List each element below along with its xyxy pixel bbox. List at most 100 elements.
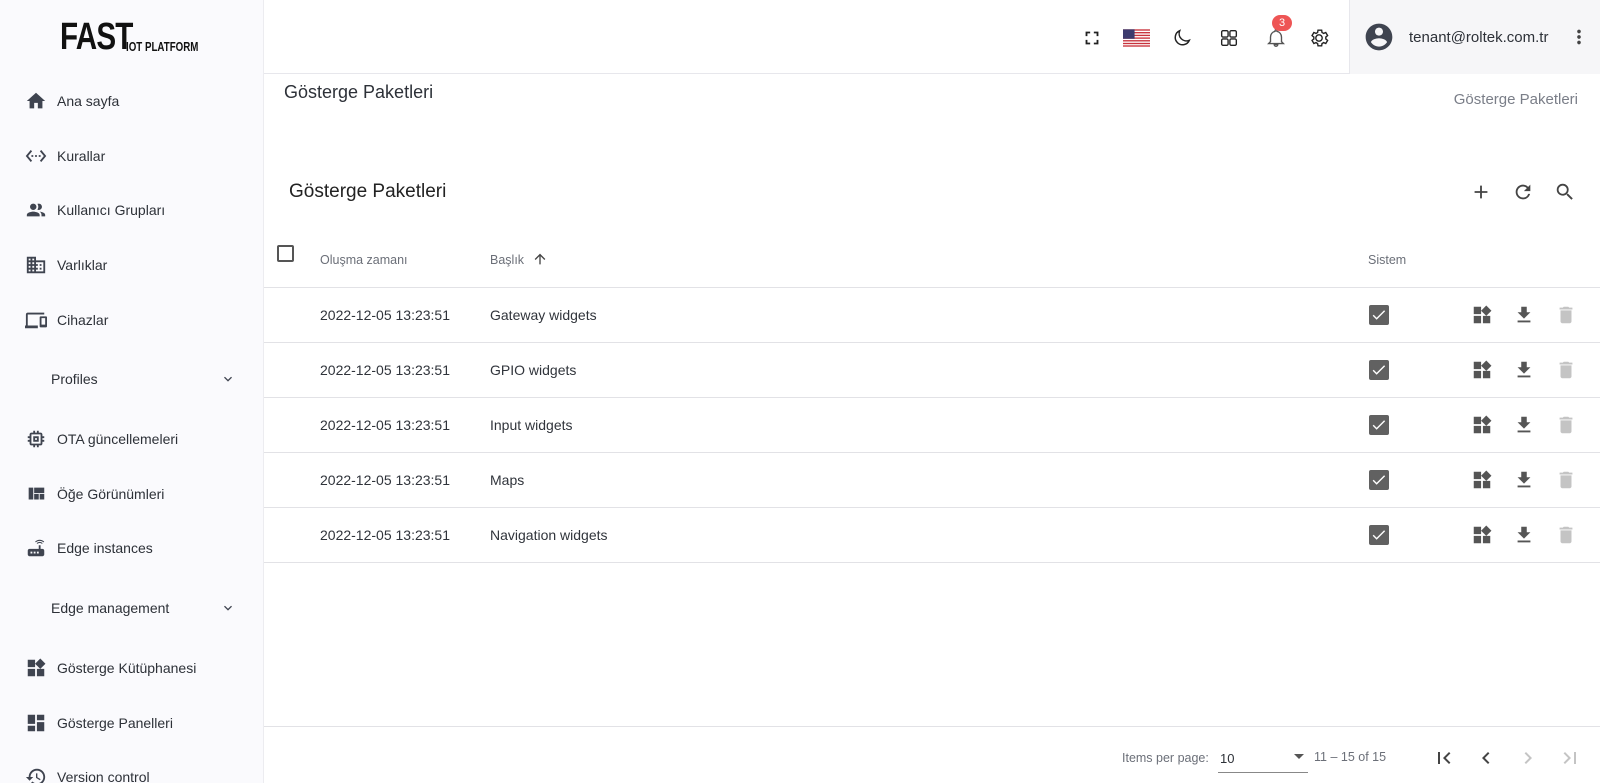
breadcrumb[interactable]: Gösterge Paketleri — [1454, 91, 1578, 108]
sidebar-item-gosterge-panelleri[interactable]: Gösterge Panelleri — [0, 695, 264, 750]
sidebar-group-label: Edge management — [51, 600, 170, 617]
domain-icon — [25, 254, 47, 276]
user-menu[interactable]: tenant@roltek.com.tr — [1349, 0, 1600, 74]
sort-arrow-up-icon — [534, 253, 545, 265]
router-icon — [25, 537, 47, 559]
download-icon[interactable] — [1512, 468, 1536, 492]
gear-icon[interactable] — [1307, 26, 1331, 50]
open-widgets-bundle-icon[interactable] — [1470, 303, 1494, 327]
system-checkbox-checked — [1369, 360, 1389, 380]
page-range: 11 – 15 of 15 — [1314, 750, 1387, 764]
system-checkbox-checked — [1369, 415, 1389, 435]
sidebar-item-gosterge-kutuphanesi[interactable]: Gösterge Kütüphanesi — [0, 641, 264, 696]
select-all-checkbox[interactable] — [277, 245, 294, 262]
cell-title: Input widgets — [490, 417, 573, 433]
logo-subtext: IOT PLATFORM — [126, 40, 199, 54]
home-icon — [25, 90, 47, 112]
sidebar-item-kurallar[interactable]: Kurallar — [0, 129, 264, 184]
page-title: Gösterge Paketleri — [284, 82, 434, 102]
cell-title: Gateway widgets — [490, 307, 597, 323]
card-title: Gösterge Paketleri — [289, 181, 447, 202]
page-size-value: 10 — [1220, 751, 1235, 766]
delete-icon[interactable] — [1554, 358, 1578, 382]
cell-created: 2022-12-05 13:23:51 — [320, 527, 450, 543]
cell-title: Maps — [490, 472, 525, 488]
sidebar-item-ota[interactable]: OTA güncellemeleri — [0, 412, 264, 467]
dashboard-icon — [25, 712, 47, 734]
items-per-page-label: Items per page: — [1122, 751, 1209, 765]
page-size-select[interactable]: 10 — [1218, 745, 1308, 773]
cell-created: 2022-12-05 13:23:51 — [320, 362, 450, 378]
table-row[interactable]: 2022-12-05 13:23:51 Navigation widgets — [264, 508, 1600, 563]
table-header: Oluşma zamanı Başlık Sistem — [264, 232, 1600, 288]
search-icon[interactable] — [1553, 180, 1577, 204]
us-flag-icon[interactable] — [1122, 26, 1150, 50]
add-icon[interactable] — [1469, 180, 1493, 204]
sidebar-item-cihazlar[interactable]: Cihazlar — [0, 292, 264, 347]
next-page-icon[interactable] — [1515, 745, 1541, 771]
paginator: Items per page: 10 11 – 15 of 15 — [264, 726, 1600, 783]
download-icon[interactable] — [1512, 413, 1536, 437]
open-widgets-bundle-icon[interactable] — [1470, 358, 1494, 382]
system-checkbox-checked — [1369, 525, 1389, 545]
sidebar-item-label: Edge instances — [57, 540, 153, 557]
sidebar-nav: Ana sayfa Kurallar Kullanıcı Grupları Va… — [0, 74, 264, 783]
topbar: 3 tenant@roltek.com.tr — [264, 0, 1600, 74]
delete-icon[interactable] — [1554, 413, 1578, 437]
sidebar-group-label: Profiles — [51, 371, 98, 388]
user-group-icon — [25, 199, 47, 221]
sidebar-item-label: Cihazlar — [57, 311, 109, 328]
cell-created: 2022-12-05 13:23:51 — [320, 472, 450, 488]
sidebar-item-label: Öğe Görünümleri — [57, 485, 165, 502]
table-row[interactable]: 2022-12-05 13:23:51 GPIO widgets — [264, 343, 1600, 398]
table-row[interactable]: 2022-12-05 13:23:51 Maps — [264, 453, 1600, 508]
sidebar-item-label: Gösterge Kütüphanesi — [57, 660, 197, 677]
sidebar-item-varliklar[interactable]: Varlıklar — [0, 238, 264, 293]
sidebar-item-kullanici-gruplari[interactable]: Kullanıcı Grupları — [0, 183, 264, 238]
chevron-down-icon — [220, 600, 236, 616]
delete-icon[interactable] — [1554, 468, 1578, 492]
download-icon[interactable] — [1512, 523, 1536, 547]
refresh-icon[interactable] — [1511, 180, 1535, 204]
rule-chain-icon — [25, 145, 47, 167]
fullscreen-icon[interactable] — [1080, 26, 1104, 50]
sidebar-item-label: Kullanıcı Grupları — [57, 202, 166, 219]
delete-icon[interactable] — [1554, 523, 1578, 547]
previous-page-icon[interactable] — [1473, 745, 1499, 771]
column-header-title[interactable]: Başlık — [490, 232, 548, 288]
cell-created: 2022-12-05 13:23:51 — [320, 307, 450, 323]
delete-icon[interactable] — [1554, 303, 1578, 327]
sidebar-item-oge-gorunumleri[interactable]: Öğe Görünümleri — [0, 467, 264, 522]
logo[interactable]: FAST IOT PLATFORM — [60, 18, 219, 56]
sidebar-group-edge-management[interactable]: Edge management — [0, 576, 264, 641]
sidebar-item-label: Ana sayfa — [57, 93, 120, 110]
view-quilt-icon — [25, 483, 47, 505]
first-page-icon[interactable] — [1431, 745, 1457, 771]
column-header-created[interactable]: Oluşma zamanı — [320, 232, 408, 288]
account-circle-icon — [1363, 21, 1395, 53]
column-header-system[interactable]: Sistem — [1368, 232, 1406, 288]
table-row[interactable]: 2022-12-05 13:23:51 Input widgets — [264, 398, 1600, 453]
sidebar: FAST IOT PLATFORM Ana sayfa Kurallar Kul… — [0, 0, 264, 783]
cell-created: 2022-12-05 13:23:51 — [320, 417, 450, 433]
more-vert-icon[interactable] — [1568, 26, 1586, 48]
last-page-icon[interactable] — [1557, 745, 1583, 771]
apps-icon[interactable] — [1217, 26, 1241, 50]
download-icon[interactable] — [1512, 358, 1536, 382]
notification-badge: 3 — [1272, 15, 1292, 31]
sidebar-group-profiles[interactable]: Profiles — [0, 347, 264, 412]
download-icon[interactable] — [1512, 303, 1536, 327]
sidebar-item-ana-sayfa[interactable]: Ana sayfa — [0, 74, 264, 129]
dark-mode-icon[interactable] — [1170, 26, 1194, 50]
table-row[interactable]: 2022-12-05 13:23:51 Gateway widgets — [264, 288, 1600, 343]
open-widgets-bundle-icon[interactable] — [1470, 413, 1494, 437]
sidebar-item-label: Gösterge Panelleri — [57, 714, 173, 731]
cell-title: Navigation widgets — [490, 527, 608, 543]
dropdown-arrow-icon — [1294, 754, 1304, 759]
sidebar-item-label: Kurallar — [57, 147, 106, 164]
open-widgets-bundle-icon[interactable] — [1470, 523, 1494, 547]
sidebar-item-version-control[interactable]: Version control — [0, 750, 264, 783]
sidebar-item-edge-instances[interactable]: Edge instances — [0, 521, 264, 576]
sidebar-item-label: Version control — [57, 769, 150, 783]
open-widgets-bundle-icon[interactable] — [1470, 468, 1494, 492]
